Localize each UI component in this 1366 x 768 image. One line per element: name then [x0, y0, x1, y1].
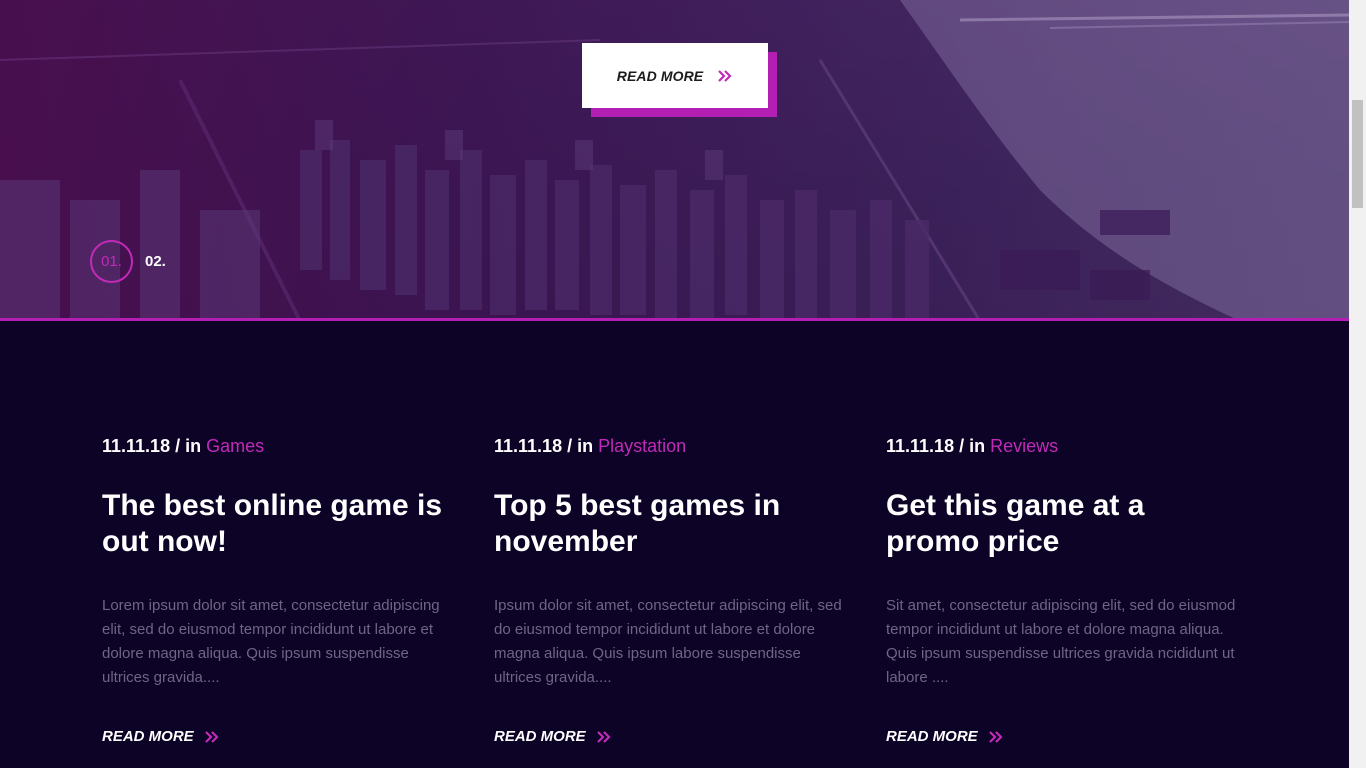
- double-chevron-right-icon: [596, 730, 611, 743]
- blog-post-card: 11.11.18 / in Games The best online game…: [102, 436, 462, 745]
- blog-post-card: 11.11.18 / in Reviews Get this game at a…: [886, 436, 1246, 745]
- post-read-more-label: READ MORE: [102, 728, 194, 745]
- post-in-label: / in: [567, 436, 594, 456]
- post-in-label: / in: [959, 436, 986, 456]
- double-chevron-right-icon: [988, 730, 1003, 743]
- post-date: 11.11.18: [102, 436, 171, 456]
- post-date: 11.11.18: [886, 436, 955, 456]
- post-meta: 11.11.18 / in Playstation: [494, 436, 854, 460]
- post-read-more-link[interactable]: READ MORE: [494, 728, 612, 745]
- post-category-link[interactable]: Playstation: [598, 436, 686, 456]
- hero-read-more-label: READ MORE: [616, 67, 704, 84]
- post-meta: 11.11.18 / in Games: [102, 436, 462, 460]
- post-read-more-label: READ MORE: [886, 728, 978, 745]
- post-title[interactable]: The best online game is out now!: [102, 488, 462, 560]
- post-excerpt: Sit amet, consectetur adipiscing elit, s…: [886, 597, 1236, 686]
- post-category-link[interactable]: Reviews: [990, 436, 1058, 456]
- post-read-more-link[interactable]: READ MORE: [102, 728, 220, 745]
- post-read-more-link[interactable]: READ MORE: [886, 728, 1004, 745]
- blog-post-card: 11.11.18 / in Playstation Top 5 best gam…: [494, 436, 854, 745]
- post-excerpt: Lorem ipsum dolor sit amet, consectetur …: [102, 597, 440, 686]
- double-chevron-right-icon: [204, 730, 219, 743]
- slide-1-button[interactable]: 01.: [90, 240, 133, 283]
- page-scrollbar[interactable]: [1349, 0, 1366, 768]
- hero-read-more-button[interactable]: READ MORE: [582, 43, 768, 108]
- post-title[interactable]: Get this game at a promo price: [886, 488, 1246, 560]
- slide-2-button[interactable]: 02.: [145, 253, 166, 270]
- post-read-more-label: READ MORE: [494, 728, 586, 745]
- blog-posts-section: 11.11.18 / in Games The best online game…: [0, 321, 1349, 768]
- hero-banner: READ MORE 01. 02.: [0, 0, 1349, 321]
- post-category-link[interactable]: Games: [206, 436, 264, 456]
- post-date: 11.11.18: [494, 436, 563, 456]
- post-title[interactable]: Top 5 best games in november: [494, 488, 854, 560]
- scrollbar-thumb[interactable]: [1352, 100, 1363, 208]
- double-chevron-right-icon: [718, 69, 732, 82]
- slider-pager: 01. 02.: [90, 240, 166, 283]
- post-meta: 11.11.18 / in Reviews: [886, 436, 1246, 460]
- post-excerpt: Ipsum dolor sit amet, consectetur adipis…: [494, 597, 842, 686]
- post-in-label: / in: [175, 436, 202, 456]
